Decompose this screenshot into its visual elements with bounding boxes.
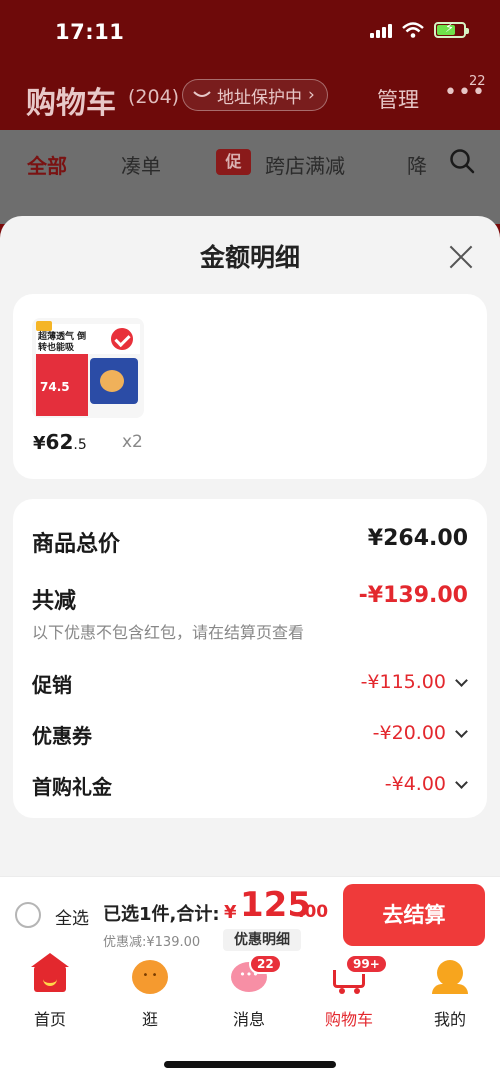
select-all-label[interactable]: 全选 — [55, 904, 89, 929]
tab-cart-label: 购物车 — [324, 1010, 373, 1029]
messages-badge: 22 — [249, 954, 282, 974]
cart-count: (204) — [128, 86, 180, 108]
checkout-bar: 全选 已选1件,合计: ¥ 125 .00 优惠减:¥139.00 优惠明细 去… — [0, 876, 500, 952]
filter-tab-all[interactable]: 全部 — [27, 150, 67, 179]
filter-tab-cross-store[interactable]: 跨店满减 — [265, 150, 345, 179]
home-indicator — [164, 1061, 336, 1068]
thumbnail-text: 超薄透气 倒转也能吸 — [38, 332, 87, 353]
tab-messages-label: 消息 — [232, 1010, 265, 1029]
promotion-label: 促销 — [32, 673, 72, 697]
discount-amount: 优惠减:¥139.00 — [103, 935, 201, 950]
tab-profile-label: 我的 — [433, 1010, 466, 1029]
thumbnail-price: 74.5 — [40, 380, 70, 394]
close-icon[interactable] — [444, 240, 478, 274]
total-price-value: ¥264.00 — [367, 526, 468, 551]
tab-messages[interactable]: 22 消息 — [199, 954, 299, 1030]
tab-browse-label: 逛 — [141, 1010, 158, 1029]
selected-check-icon — [109, 326, 135, 352]
chevron-down-icon[interactable] — [455, 674, 468, 687]
promo-tag: 促 — [216, 149, 251, 175]
tab-home[interactable]: 首页 — [0, 953, 100, 1030]
amount-breakdown-card: 商品总价 ¥264.00 共减 -¥139.00 以下优惠不包含红包，请在结算页… — [13, 499, 487, 818]
cart-header: 购物车 (204) 地址保护中 › 管理 ••• 22 — [0, 64, 500, 130]
total-currency: ¥ — [224, 902, 237, 923]
status-icons: ⚡ — [370, 21, 469, 38]
search-icon[interactable] — [449, 148, 475, 174]
cart-title: 购物车 — [26, 86, 116, 121]
status-bar: 17:11 ⚡ — [0, 0, 500, 64]
chevron-down-icon[interactable] — [455, 776, 468, 789]
tab-home-label: 首页 — [33, 1010, 66, 1029]
total-price-label: 商品总价 — [32, 532, 121, 557]
truck-icon — [193, 91, 211, 97]
first-purchase-gift-value: -¥4.00 — [384, 773, 446, 795]
battery-icon: ⚡ — [434, 21, 469, 38]
coupon-label: 优惠券 — [32, 724, 92, 748]
total-amount-decimal: .00 — [298, 902, 329, 922]
cart-badge: 99+ — [345, 954, 388, 974]
discount-note: 以下优惠不包含红包，请在结算页查看 — [32, 623, 305, 642]
amount-detail-sheet: 金额明细 超薄透气 倒转也能吸 74.5 ¥62.5 x2 商品总价 ¥264.… — [0, 216, 500, 956]
discount-detail-button[interactable]: 优惠明细 — [223, 929, 301, 951]
profile-icon — [432, 960, 468, 994]
chevron-right-icon: › — [308, 85, 315, 105]
home-icon — [31, 953, 69, 992]
status-time: 17:11 — [55, 20, 125, 44]
diaper-pack-image — [90, 358, 138, 404]
face-icon — [132, 960, 168, 994]
filter-tab-bundle[interactable]: 凑单 — [121, 150, 161, 179]
tab-profile[interactable]: 我的 — [400, 960, 500, 1030]
manage-button[interactable]: 管理 — [377, 84, 419, 114]
product-card: 超薄透气 倒转也能吸 74.5 ¥62.5 x2 — [13, 294, 487, 479]
total-reduction-label: 共减 — [32, 589, 77, 614]
product-price: ¥62.5 — [33, 430, 87, 454]
wifi-icon — [402, 22, 424, 38]
select-all-radio[interactable] — [15, 902, 41, 928]
checkout-button[interactable]: 去结算 — [343, 884, 485, 946]
sheet-title: 金额明细 — [199, 243, 300, 272]
total-reduction-value: -¥139.00 — [358, 583, 468, 608]
coupon-value: -¥20.00 — [372, 722, 446, 744]
more-badge: 22 — [469, 74, 486, 89]
tab-cart[interactable]: 99+ 购物车 — [299, 954, 399, 1030]
selected-summary: 已选1件,合计: — [103, 904, 220, 925]
tab-browse[interactable]: 逛 — [100, 960, 200, 1030]
address-chip-label: 地址保护中 — [217, 87, 302, 108]
address-protection-chip[interactable]: 地址保护中 › — [182, 79, 328, 111]
signal-icon — [370, 22, 392, 38]
first-purchase-gift-label: 首购礼金 — [32, 775, 112, 799]
filter-bar: 全部 凑单 促 跨店满减 降 — [0, 130, 500, 194]
promotion-value: -¥115.00 — [360, 671, 446, 693]
filter-tab-price-drop[interactable]: 降 — [407, 150, 427, 179]
product-quantity: x2 — [122, 432, 143, 452]
chevron-down-icon[interactable] — [455, 725, 468, 738]
